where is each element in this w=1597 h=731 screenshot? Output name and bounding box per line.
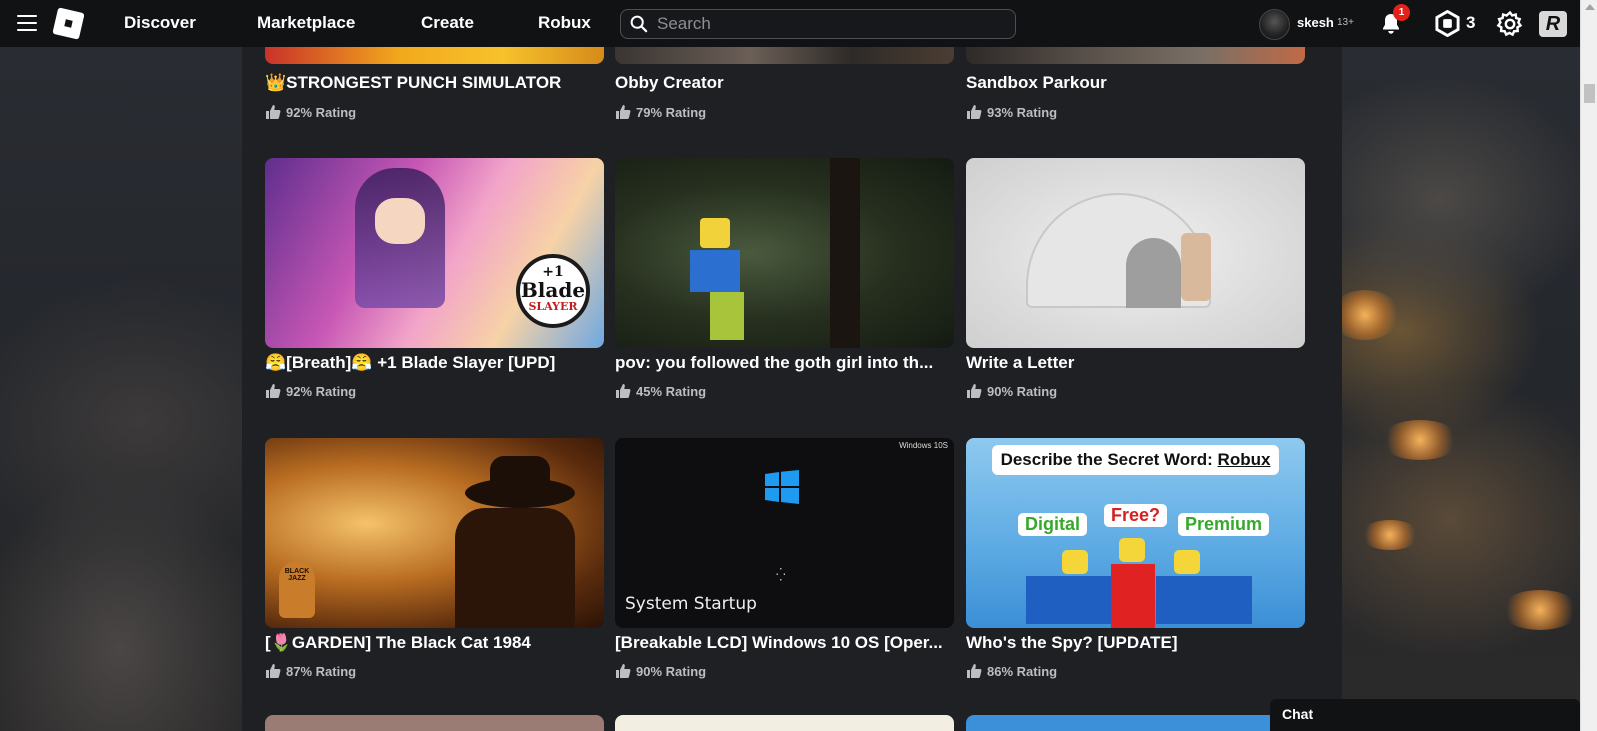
npc-body (1156, 576, 1252, 624)
game-rating: 90% Rating (615, 663, 706, 679)
rating-text: 79% Rating (636, 104, 707, 120)
game-rating: 90% Rating (966, 383, 1057, 399)
thumbs-up-icon (266, 105, 281, 119)
detective-body (455, 508, 575, 628)
search-box[interactable] (620, 9, 1016, 39)
rating-text: 93% Rating (987, 104, 1058, 120)
black-jazz-sign: BLACK JAZZ (279, 562, 315, 618)
rating-text: 90% Rating (636, 663, 707, 679)
npc-body (1026, 576, 1122, 624)
character (1181, 233, 1211, 301)
game-grid: 👑STRONGEST PUNCH SIMULATOR 92% Rating Ob… (242, 0, 1342, 731)
game-title[interactable]: [🌷GARDEN] The Black Cat 1984 (265, 633, 604, 653)
game-title[interactable]: Sandbox Parkour (966, 73, 1305, 93)
thumbs-up-icon (266, 384, 281, 398)
game-thumbnail[interactable]: BLACK JAZZ (265, 438, 604, 628)
noob-legs (710, 292, 744, 340)
npc-head (1174, 550, 1200, 574)
noob-torso (690, 250, 740, 292)
thumbs-up-icon (616, 105, 631, 119)
rating-text: 86% Rating (987, 663, 1058, 679)
game-rating: 86% Rating (966, 663, 1057, 679)
game-title[interactable]: [Breakable LCD] Windows 10 OS [Oper... (615, 633, 954, 653)
thumbs-up-icon (967, 384, 982, 398)
game-title[interactable]: Obby Creator (615, 73, 954, 93)
age-badge: 13+ (1337, 17, 1354, 28)
game-rating: 79% Rating (615, 104, 706, 120)
thumbs-up-icon (967, 105, 982, 119)
game-title[interactable]: Write a Letter (966, 353, 1305, 373)
fire-glow (1500, 590, 1580, 630)
search-icon (630, 15, 648, 33)
top-navigation-bar: Discover Marketplace Create Robux skesh … (0, 0, 1580, 47)
tree-trunk (830, 158, 860, 348)
noob-head (700, 218, 730, 248)
roblox-logo-icon[interactable] (52, 7, 85, 40)
thumbs-up-icon (616, 384, 631, 398)
fire-glow (1380, 420, 1460, 460)
igloo-door (1126, 238, 1181, 308)
rating-text: 90% Rating (987, 383, 1058, 399)
game-thumbnail[interactable]: +1 Blade SLAYER (265, 158, 604, 348)
game-thumbnail[interactable]: Describe the Secret Word: Robux Digital … (966, 438, 1305, 628)
avatar[interactable] (1259, 9, 1290, 40)
robux-icon[interactable] (1434, 10, 1461, 37)
word-premium: Premium (1178, 513, 1270, 536)
npc-head (1119, 538, 1145, 562)
nav-robux[interactable]: Robux (538, 13, 591, 33)
game-thumbnail[interactable] (615, 158, 954, 348)
nav-marketplace[interactable]: Marketplace (257, 13, 355, 33)
fire-glow (1360, 520, 1420, 550)
npc-head (1062, 550, 1088, 574)
game-rating: 92% Rating (265, 383, 356, 399)
windows-corner-label: Windows 10S (899, 441, 948, 450)
thumbs-up-icon (266, 664, 281, 678)
nav-discover[interactable]: Discover (124, 13, 196, 33)
menu-icon[interactable] (17, 15, 37, 31)
scrollbar[interactable] (1580, 0, 1597, 731)
character-face (375, 198, 425, 244)
game-title[interactable]: 😤[Breath]😤 +1 Blade Slayer [UPD] (265, 353, 604, 373)
secret-word-banner: Describe the Secret Word: Robux (992, 445, 1279, 475)
blade-slayer-logo: +1 Blade SLAYER (516, 254, 590, 328)
username[interactable]: skesh (1297, 15, 1334, 30)
robux-balance[interactable]: 3 (1466, 13, 1475, 33)
gear-icon[interactable] (1496, 10, 1524, 38)
windows-logo-icon (765, 470, 799, 504)
nav-create[interactable]: Create (421, 13, 474, 33)
game-title[interactable]: pov: you followed the goth girl into th.… (615, 353, 954, 373)
game-rating: 92% Rating (265, 104, 356, 120)
game-rating: 93% Rating (966, 104, 1057, 120)
word-digital: Digital (1018, 513, 1088, 536)
game-thumbnail-peek[interactable] (265, 715, 604, 731)
chat-button[interactable]: Chat (1270, 699, 1580, 731)
r-extension-icon[interactable]: R (1539, 11, 1567, 37)
loading-spinner: ⁛ (776, 568, 786, 582)
word-free: Free? (1104, 504, 1168, 527)
game-title[interactable]: 👑STRONGEST PUNCH SIMULATOR (265, 73, 604, 93)
rating-text: 87% Rating (286, 663, 357, 679)
scroll-up-arrow[interactable] (1585, 4, 1595, 10)
thumbs-up-icon (967, 664, 982, 678)
game-thumbnail-peek[interactable] (966, 715, 1305, 731)
system-startup-text: System Startup (625, 594, 757, 614)
game-rating: 87% Rating (265, 663, 356, 679)
notification-count-badge: 1 (1393, 4, 1410, 21)
game-thumbnail[interactable]: Windows 10S ⁛ System Startup (615, 438, 954, 628)
rating-text: 92% Rating (286, 383, 357, 399)
hat-crown (490, 456, 550, 491)
rating-text: 45% Rating (636, 383, 707, 399)
thumbs-up-icon (616, 664, 631, 678)
game-thumbnail-peek[interactable] (615, 715, 954, 731)
search-input[interactable] (657, 13, 1007, 35)
rating-text: 92% Rating (286, 104, 357, 120)
game-title[interactable]: Who's the Spy? [UPDATE] (966, 633, 1305, 653)
npc-body (1111, 564, 1155, 628)
game-rating: 45% Rating (615, 383, 706, 399)
scrollbar-thumb[interactable] (1584, 84, 1595, 103)
game-thumbnail[interactable] (966, 158, 1305, 348)
